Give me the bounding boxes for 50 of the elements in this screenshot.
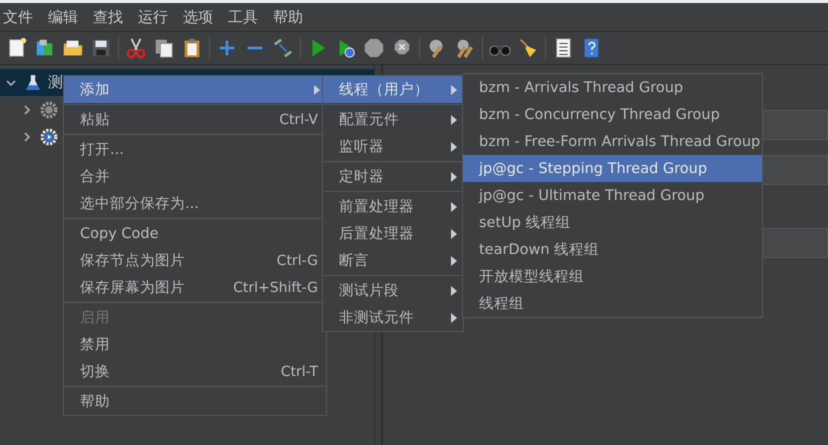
menu-item[interactable]: 文件 xyxy=(2,8,39,26)
menu-item[interactable]: 保存节点为图片 Ctrl-G xyxy=(64,247,326,274)
menu-item[interactable]: jp@gc - Stepping Thread Group xyxy=(463,155,762,182)
menu-item[interactable]: bzm - Concurrency Thread Group xyxy=(463,101,762,128)
gear-icon xyxy=(40,128,58,146)
menu-item[interactable]: 选项 xyxy=(182,8,219,26)
menu-item[interactable]: 合并 xyxy=(64,163,326,190)
menu-item[interactable]: 后置处理器 xyxy=(323,220,463,247)
menu-item[interactable]: 定时器 xyxy=(323,163,463,190)
menu-item[interactable]: 帮助 xyxy=(64,388,326,415)
menu-item[interactable]: 开放模型线程组 xyxy=(463,263,762,290)
save-icon[interactable] xyxy=(90,37,112,59)
menu-item[interactable]: 保存屏幕为图片 Ctrl+Shift-G xyxy=(64,274,326,301)
menu-item[interactable]: 工具 xyxy=(227,8,264,26)
new-file-icon[interactable] xyxy=(6,37,28,59)
toggle-icon[interactable] xyxy=(272,37,294,59)
menu-item[interactable]: 禁用 xyxy=(64,331,326,358)
menu-item[interactable]: 非测试元件 xyxy=(323,304,463,331)
clear-all-icon[interactable] xyxy=(454,37,476,59)
menu-item[interactable]: 编辑 xyxy=(47,8,84,26)
chevron-right-icon[interactable] xyxy=(22,104,32,114)
menu-item[interactable]: jp@gc - Ultimate Thread Group xyxy=(463,182,762,209)
menu-item[interactable]: tearDown 线程组 xyxy=(463,236,762,263)
menu-item[interactable]: Copy Code xyxy=(64,220,326,247)
menu-item[interactable]: bzm - Arrivals Thread Group xyxy=(463,74,762,101)
menu-item[interactable]: 查找 xyxy=(92,8,129,26)
menu-item[interactable]: 帮助 xyxy=(272,8,309,26)
copy-icon[interactable] xyxy=(153,37,175,59)
menu-item[interactable]: 线程组 xyxy=(463,290,762,317)
gear-icon xyxy=(40,100,58,118)
menu-item[interactable]: 运行 xyxy=(137,8,174,26)
menu-item[interactable]: 配置元件 xyxy=(323,106,463,133)
chevron-right-icon[interactable] xyxy=(22,132,32,142)
menu-item[interactable]: setUp 线程组 xyxy=(463,209,762,236)
flask-icon xyxy=(24,74,42,92)
menu-item[interactable]: 切换 Ctrl-T xyxy=(64,358,326,385)
broom-icon[interactable] xyxy=(517,37,539,59)
menu-item[interactable]: 打开... xyxy=(64,136,326,163)
menu-item[interactable]: 测试片段 xyxy=(323,277,463,304)
chevron-down-icon[interactable] xyxy=(6,78,16,88)
menu-item[interactable]: 粘贴 Ctrl-V xyxy=(64,106,326,133)
menu-item[interactable]: 监听器 xyxy=(323,133,463,160)
menu-item[interactable]: 断言 xyxy=(323,247,463,274)
tree-item-label[interactable]: 测 xyxy=(48,73,63,92)
cut-icon[interactable] xyxy=(125,37,147,59)
stop-icon[interactable] xyxy=(363,37,385,59)
menu-item[interactable]: bzm - Free-Form Arrivals Thread Group xyxy=(463,128,762,155)
menu-item[interactable]: 选中部分保存为... xyxy=(64,190,326,217)
menu-item[interactable]: 线程（用户） xyxy=(323,76,463,103)
menu-item[interactable]: 前置处理器 xyxy=(323,193,463,220)
